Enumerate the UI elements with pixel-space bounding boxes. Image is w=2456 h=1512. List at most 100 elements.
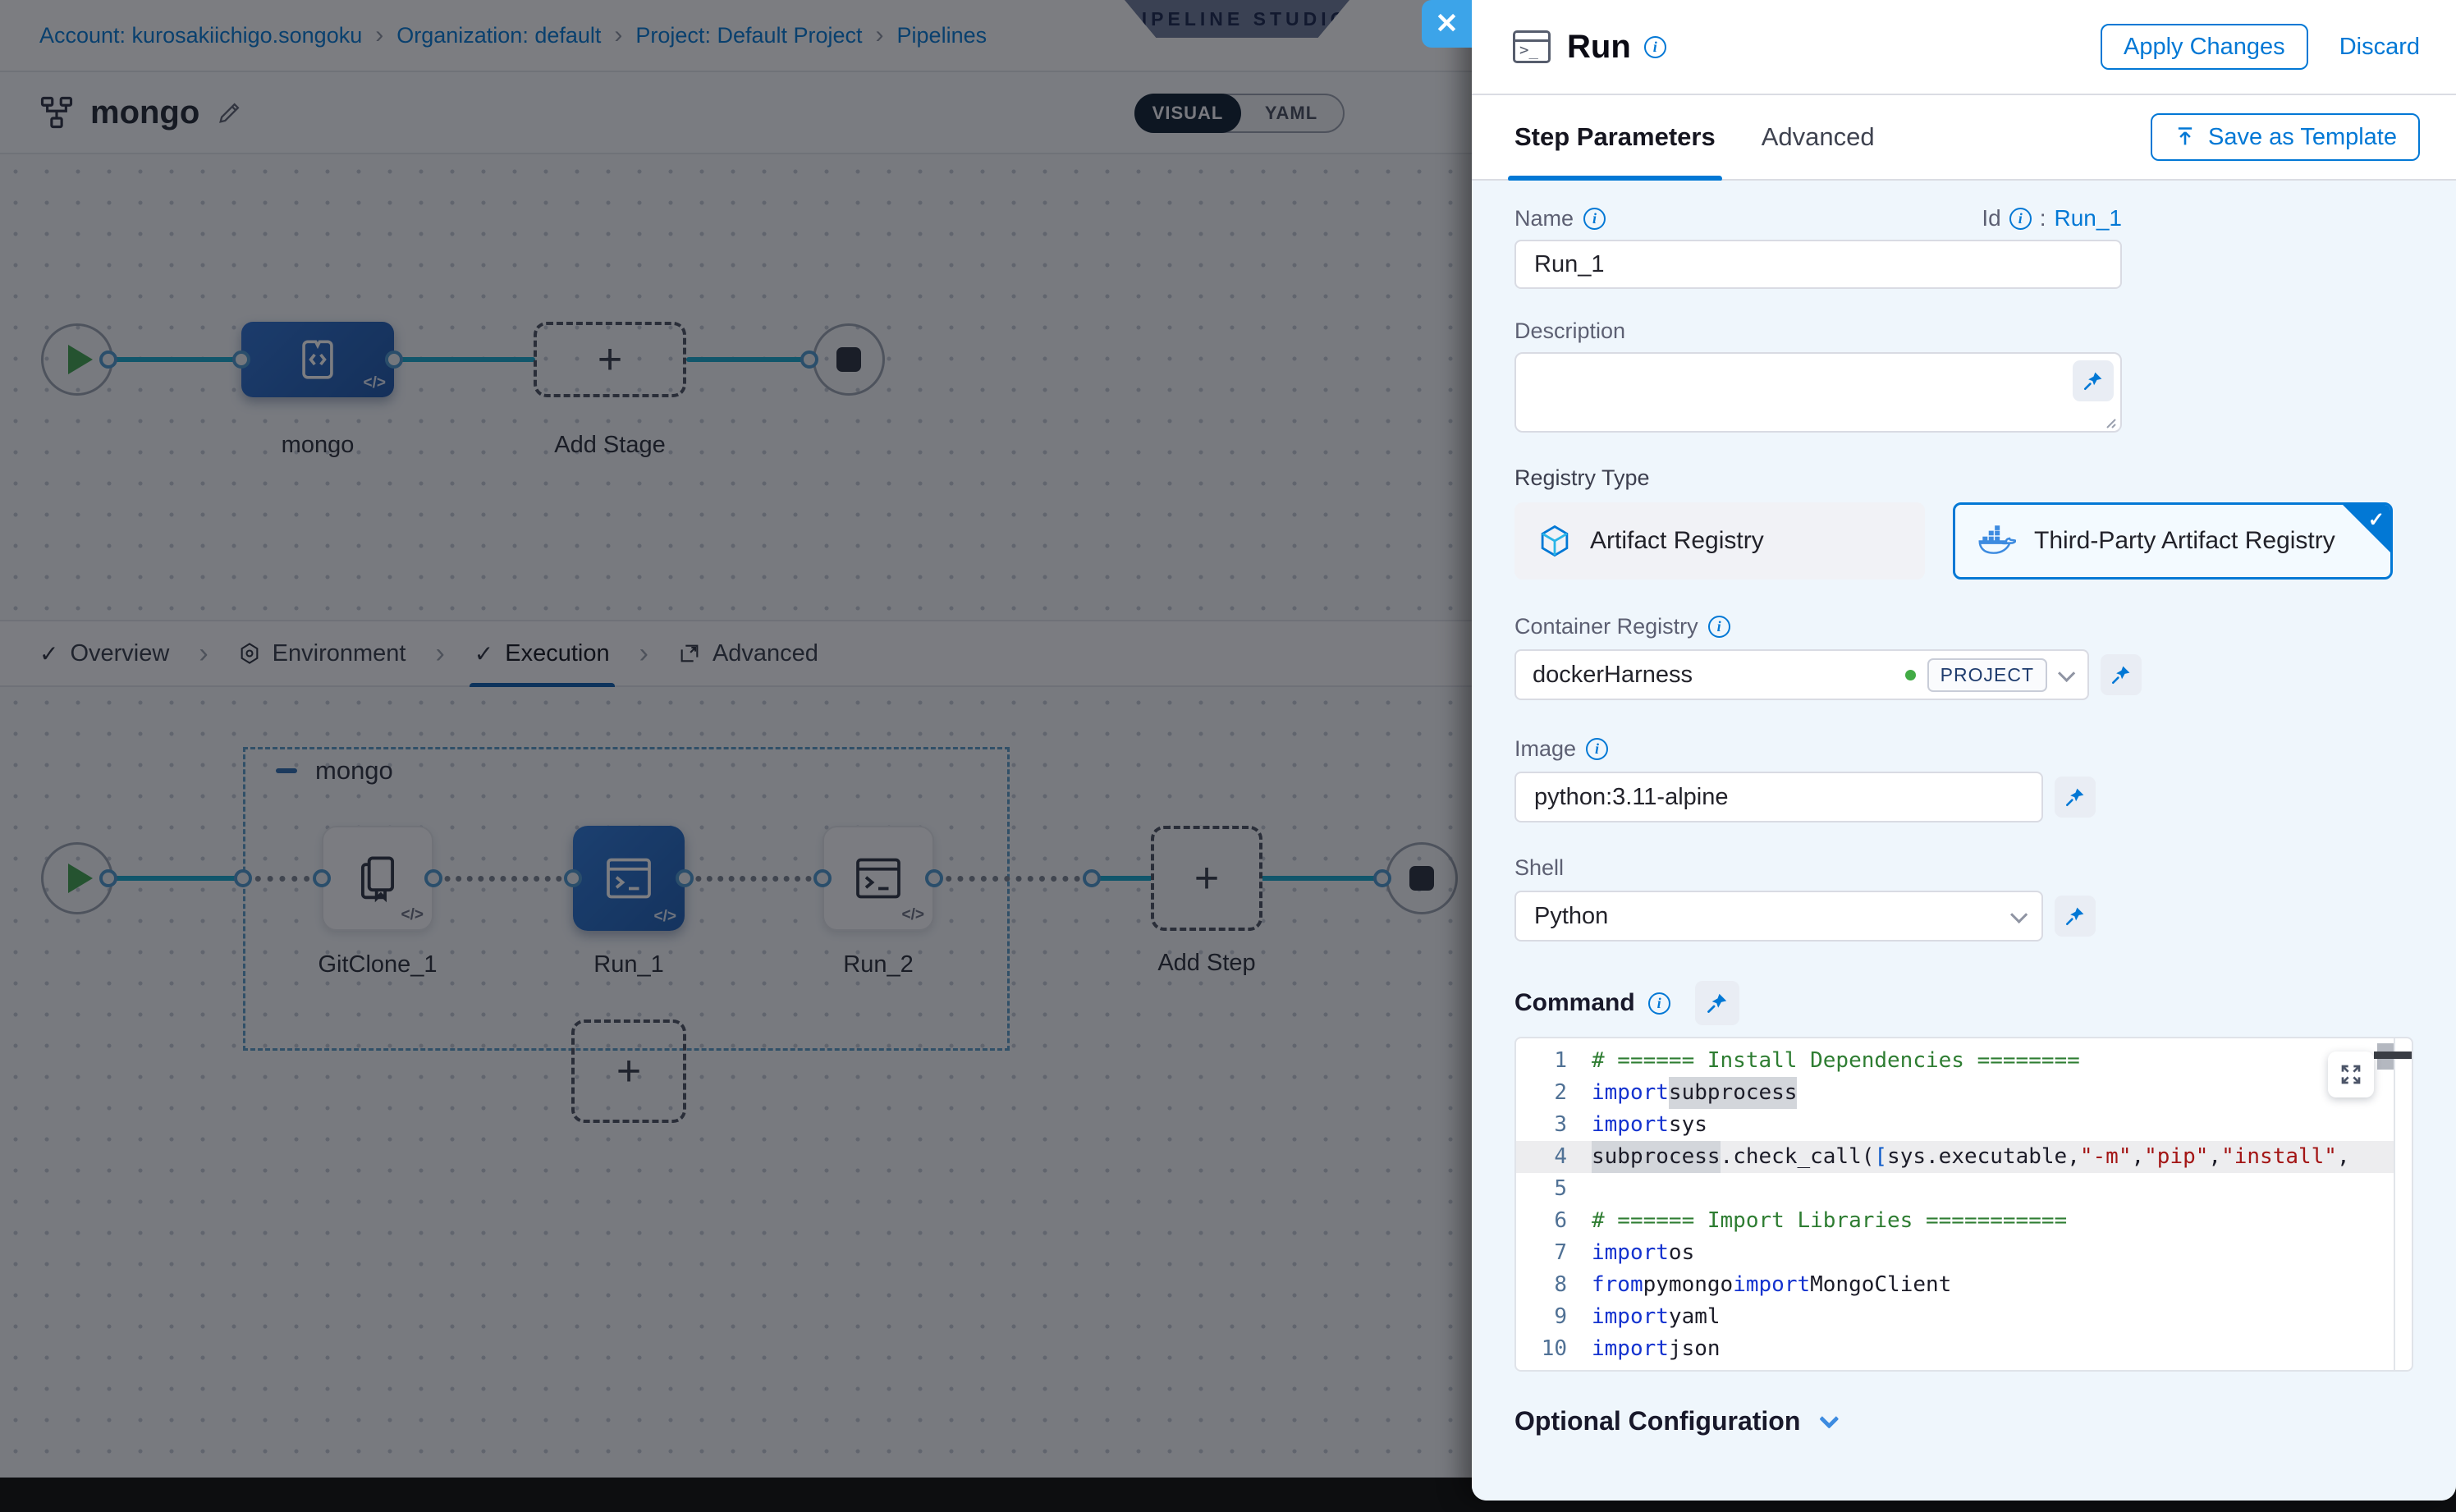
- play-icon: [68, 864, 93, 893]
- stage-graph-canvas: </> mongo + Add Stage: [0, 156, 1472, 620]
- tab-environment[interactable]: Environment: [238, 620, 406, 687]
- port-dot[interactable]: [232, 351, 250, 369]
- port-dot[interactable]: [99, 351, 117, 369]
- visual-toggle-option[interactable]: VISUAL: [1134, 94, 1241, 133]
- resize-handle[interactable]: [2102, 415, 2117, 429]
- apply-changes-button[interactable]: Apply Changes: [2101, 24, 2308, 70]
- registry-option-artifact-registry[interactable]: Artifact Registry: [1514, 502, 1925, 580]
- port-dot[interactable]: [813, 869, 832, 887]
- image-field[interactable]: python:3.11-alpine: [1514, 772, 2043, 822]
- code-line[interactable]: 1# ====== Install Dependencies ========: [1516, 1045, 2394, 1077]
- code-token: import: [1592, 1301, 1669, 1333]
- code-badge: </>: [401, 906, 424, 924]
- tab-step-parameters[interactable]: Step Parameters: [1514, 94, 1716, 180]
- optional-configuration-toggle[interactable]: Optional Configuration: [1514, 1406, 2413, 1436]
- pin-button[interactable]: [2055, 777, 2096, 818]
- yaml-toggle-option[interactable]: YAML: [1238, 94, 1345, 133]
- code-line[interactable]: 9import yaml: [1516, 1301, 2394, 1333]
- port-dot[interactable]: [234, 869, 252, 887]
- info-icon[interactable]: i: [1586, 738, 1608, 760]
- chevron-down-icon[interactable]: [2058, 664, 2075, 681]
- step-group-header[interactable]: mongo: [276, 756, 393, 786]
- port-dot[interactable]: [925, 869, 943, 887]
- info-icon[interactable]: i: [1648, 992, 1670, 1015]
- breadcrumb-pipelines[interactable]: Pipelines: [897, 23, 987, 48]
- save-as-template-button[interactable]: Save as Template: [2151, 113, 2420, 161]
- plus-icon: +: [1194, 857, 1219, 900]
- breadcrumb-organization[interactable]: Organization: default: [396, 23, 601, 48]
- code-line[interactable]: 8from pymongo import MongoClient: [1516, 1269, 2394, 1301]
- code-line[interactable]: 4subprocess.check_call([sys.executable, …: [1516, 1141, 2394, 1173]
- port-dot[interactable]: [676, 869, 694, 887]
- pin-button[interactable]: [2073, 360, 2114, 401]
- code-token: import: [1592, 1109, 1669, 1141]
- step-label[interactable]: GitClone_1: [318, 951, 437, 978]
- pin-icon: [1706, 992, 1729, 1015]
- port-dot[interactable]: [99, 869, 117, 887]
- breadcrumb-project[interactable]: Project: Default Project: [635, 23, 862, 48]
- pin-button[interactable]: [1695, 981, 1739, 1025]
- docker-icon: [1978, 525, 2016, 557]
- id-value[interactable]: Run_1: [2054, 205, 2122, 231]
- connector-line: [113, 357, 243, 362]
- tab-execution[interactable]: ✓ Execution: [474, 620, 610, 687]
- close-panel-button[interactable]: ✕: [1422, 0, 1472, 48]
- tab-advanced[interactable]: Advanced: [678, 620, 818, 687]
- pin-icon: [2064, 786, 2086, 808]
- pipeline-studio: Account: kurosakiichigo.songoku › Organi…: [0, 0, 1472, 1478]
- step-node-gitclone-1[interactable]: </>: [322, 826, 433, 931]
- add-step-label[interactable]: Add Step: [1157, 950, 1255, 977]
- registry-option-third-party[interactable]: Third-Party Artifact Registry ✓: [1953, 502, 2393, 580]
- description-input[interactable]: [1514, 352, 2122, 433]
- code-line[interactable]: 3import sys: [1516, 1109, 2394, 1141]
- step-label[interactable]: Run_2: [843, 951, 913, 978]
- info-icon[interactable]: i: [2009, 208, 2032, 230]
- breadcrumb-separator: ›: [876, 21, 884, 49]
- shell-select[interactable]: Python: [1514, 891, 2043, 942]
- tab-advanced-panel[interactable]: Advanced: [1762, 94, 1875, 180]
- port-dot[interactable]: [385, 351, 403, 369]
- shell-label: Shell: [1514, 855, 1564, 881]
- code-line[interactable]: 5: [1516, 1173, 2394, 1205]
- code-line[interactable]: 7import os: [1516, 1237, 2394, 1269]
- code-token: ,: [2337, 1141, 2350, 1173]
- registry-option-label: Third-Party Artifact Registry: [2034, 527, 2335, 555]
- stage-label[interactable]: mongo: [282, 432, 355, 459]
- command-code-editor[interactable]: 1# ====== Install Dependencies ========2…: [1514, 1037, 2413, 1372]
- code-token: [: [1874, 1141, 1887, 1173]
- port-dot[interactable]: [424, 869, 442, 887]
- add-stage-label[interactable]: Add Stage: [554, 432, 665, 459]
- pin-button[interactable]: [2101, 654, 2142, 695]
- name-input[interactable]: [1514, 240, 2122, 289]
- discard-button[interactable]: Discard: [2339, 34, 2420, 61]
- port-dot[interactable]: [800, 351, 818, 369]
- dotted-connector: [433, 876, 573, 882]
- scrollbar-handle[interactable]: [2374, 1052, 2412, 1059]
- add-step-node[interactable]: +: [1151, 826, 1262, 931]
- info-icon[interactable]: i: [1708, 616, 1730, 638]
- add-step-below-node[interactable]: +: [571, 1019, 686, 1123]
- container-registry-value: dockerHarness: [1533, 662, 1894, 689]
- port-dot[interactable]: [313, 869, 331, 887]
- info-icon[interactable]: i: [1644, 36, 1666, 58]
- port-dot[interactable]: [1083, 869, 1101, 887]
- code-line[interactable]: 6# ====== Import Libraries ===========: [1516, 1205, 2394, 1237]
- expand-editor-button[interactable]: [2328, 1052, 2374, 1097]
- step-node-run-2[interactable]: </>: [822, 826, 934, 931]
- stage-node-mongo[interactable]: </>: [241, 322, 394, 397]
- breadcrumb-account[interactable]: Account: kurosakiichigo.songoku: [39, 23, 362, 48]
- edit-pencil-icon[interactable]: [216, 99, 244, 126]
- step-node-run-1[interactable]: </>: [573, 826, 685, 931]
- tab-overview[interactable]: ✓ Overview: [39, 620, 169, 687]
- container-registry-field[interactable]: dockerHarness PROJECT: [1514, 649, 2089, 700]
- git-clone-icon: [352, 853, 403, 904]
- port-dot[interactable]: [564, 869, 582, 887]
- collapse-icon[interactable]: [276, 768, 297, 773]
- step-label[interactable]: Run_1: [593, 951, 663, 978]
- info-icon[interactable]: i: [1583, 208, 1606, 230]
- pin-button[interactable]: [2055, 896, 2096, 937]
- add-stage-node[interactable]: +: [534, 322, 686, 397]
- code-line[interactable]: 10import json: [1516, 1333, 2394, 1365]
- port-dot[interactable]: [1373, 869, 1391, 887]
- code-line[interactable]: 2import subprocess: [1516, 1077, 2394, 1109]
